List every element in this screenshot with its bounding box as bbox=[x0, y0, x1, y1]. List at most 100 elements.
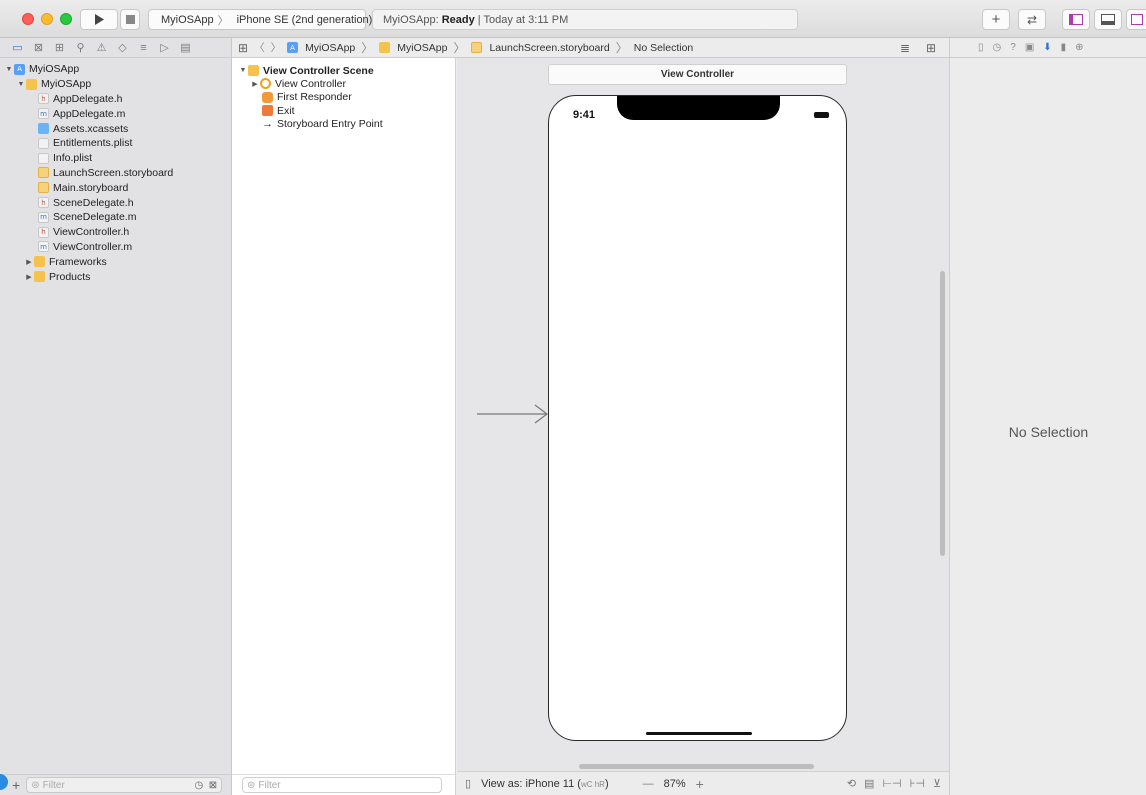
toggle-debug-area-button[interactable] bbox=[1094, 9, 1122, 30]
breadcrumb-label: MyiOSApp bbox=[397, 41, 448, 54]
inspector-tab-bar: ▯ ◷ ? ▣ ⬇ ▮ ⊕ bbox=[950, 38, 1146, 58]
breadcrumb-group[interactable]: MyiOSApp bbox=[379, 42, 447, 54]
disclosure-open-icon[interactable]: ▼ bbox=[238, 67, 248, 74]
resolve-issues-icon[interactable]: ⊦⊣ bbox=[910, 777, 925, 790]
recent-files-icon[interactable]: ◷ bbox=[194, 780, 203, 791]
tree-row[interactable]: ▶ Products bbox=[0, 269, 231, 284]
outline-row[interactable]: First Responder bbox=[232, 91, 455, 104]
source-control-filter-icon[interactable]: ⊠ bbox=[209, 780, 217, 791]
view-as-close: ) bbox=[604, 777, 609, 790]
add-editor-icon[interactable]: ⊞ bbox=[926, 41, 936, 55]
update-frames-icon[interactable]: ⟲ bbox=[847, 777, 856, 790]
minimize-window-button[interactable] bbox=[41, 13, 53, 25]
tree-row[interactable]: LaunchScreen.storyboard bbox=[0, 166, 231, 181]
tree-row[interactable]: ▶ Frameworks bbox=[0, 254, 231, 269]
size-inspector-icon[interactable]: ▮ bbox=[1061, 42, 1067, 53]
stop-button[interactable] bbox=[120, 9, 140, 30]
disclosure-open-icon[interactable]: ▼ bbox=[16, 81, 26, 88]
view-as-label: View as: iPhone 11 ( bbox=[481, 777, 581, 790]
tree-row-label: ViewController.m bbox=[53, 240, 133, 253]
tree-row[interactable]: ▼ MyiOSApp bbox=[0, 77, 231, 92]
identity-inspector-icon[interactable]: ▣ bbox=[1025, 42, 1034, 53]
scene-icon bbox=[248, 65, 259, 77]
project-navigator: ▭ ⊠ ⊞ ⚲ ⚠ ◇ ≡ ▷ ▤ ▼ A MyiOSApp ▼ MyiOSAp… bbox=[0, 38, 232, 795]
scheme-selector[interactable]: MyiOSApp 〉 iPhone SE (2nd generation) bbox=[148, 9, 372, 30]
toggle-outline-icon[interactable]: ▯ bbox=[465, 777, 471, 790]
tree-row[interactable]: m SceneDelegate.m bbox=[0, 210, 231, 225]
project-icon: A bbox=[14, 63, 25, 75]
align-icon[interactable]: ▤ bbox=[864, 777, 874, 790]
tree-row[interactable]: Main.storyboard bbox=[0, 180, 231, 195]
storyboard-canvas[interactable]: View Controller 9:41 bbox=[457, 58, 949, 771]
embed-in-icon[interactable]: ⊻ bbox=[933, 777, 941, 790]
back-icon[interactable]: 〈 bbox=[254, 40, 265, 55]
horizontal-scrollbar[interactable] bbox=[579, 764, 814, 769]
breadcrumb-project[interactable]: A MyiOSApp bbox=[287, 42, 355, 54]
close-window-button[interactable] bbox=[22, 13, 34, 25]
tree-row[interactable]: m AppDelegate.m bbox=[0, 106, 231, 121]
connections-inspector-icon[interactable]: ⊕ bbox=[1075, 42, 1083, 53]
outline-row[interactable]: → Storyboard Entry Point bbox=[232, 117, 455, 130]
scene-title-bar[interactable]: View Controller bbox=[548, 64, 847, 85]
disclosure-open-icon[interactable]: ▼ bbox=[4, 66, 14, 73]
run-button[interactable] bbox=[80, 9, 118, 30]
zoom-out-button[interactable]: — bbox=[643, 778, 654, 790]
history-inspector-icon[interactable]: ◷ bbox=[993, 42, 1002, 53]
disclosure-closed-icon[interactable]: ▶ bbox=[24, 273, 34, 281]
symbol-icon[interactable]: ⊞ bbox=[52, 41, 67, 55]
related-items-icon[interactable]: ⊞ bbox=[238, 41, 248, 55]
zoom-in-button[interactable]: + bbox=[696, 776, 704, 792]
editor-options-icon[interactable]: ≣ bbox=[900, 41, 910, 55]
zoom-level[interactable]: 87% bbox=[664, 778, 686, 790]
tree-row-label: AppDelegate.h bbox=[53, 92, 123, 105]
folder-icon[interactable]: ▭ bbox=[10, 41, 25, 55]
search-icon[interactable]: ⚲ bbox=[73, 41, 88, 55]
help-inspector-icon[interactable]: ? bbox=[1010, 42, 1016, 53]
breadcrumb-selection[interactable]: No Selection bbox=[634, 42, 694, 54]
tree-row[interactable]: ▼ A MyiOSApp bbox=[0, 62, 231, 77]
disclosure-closed-icon[interactable]: ▶ bbox=[24, 258, 34, 266]
breadcrumb-label: MyiOSApp bbox=[305, 41, 356, 54]
tree-row[interactable]: h AppDelegate.h bbox=[0, 92, 231, 107]
folder-icon bbox=[26, 78, 37, 90]
library-button[interactable]: + bbox=[982, 9, 1010, 30]
attributes-inspector-icon[interactable]: ⬇ bbox=[1043, 42, 1051, 53]
report-icon[interactable]: ▤ bbox=[178, 41, 193, 55]
tree-row[interactable]: h SceneDelegate.h bbox=[0, 195, 231, 210]
zoom-window-button[interactable] bbox=[60, 13, 72, 25]
jump-bar: ⊞ 〈 〉 A MyiOSApp 〉 MyiOSApp 〉 LaunchScre… bbox=[232, 38, 949, 58]
source-control-icon[interactable]: ⊠ bbox=[31, 41, 46, 55]
outline-filter-input[interactable]: ⊜ Filter bbox=[242, 777, 442, 793]
outline-row[interactable]: ▶ View Controller bbox=[232, 77, 455, 90]
forward-icon[interactable]: 〉 bbox=[271, 40, 282, 55]
tree-row[interactable]: Info.plist bbox=[0, 151, 231, 166]
tree-row[interactable]: Assets.xcassets bbox=[0, 121, 231, 136]
tree-row[interactable]: m ViewController.m bbox=[0, 240, 231, 255]
breakpoint-icon[interactable]: ▷ bbox=[157, 41, 172, 55]
device-frame[interactable]: 9:41 bbox=[548, 95, 847, 741]
navigator-filter-input[interactable]: ⊜ Filter ◷ ⊠ bbox=[26, 777, 223, 793]
breadcrumb-label: LaunchScreen.storyboard bbox=[489, 41, 610, 54]
filter-icon: ⊜ bbox=[31, 779, 40, 791]
vertical-scrollbar[interactable] bbox=[940, 271, 945, 556]
add-constraints-icon[interactable]: ⊢⊣ bbox=[882, 777, 901, 790]
add-file-icon[interactable]: + bbox=[12, 777, 20, 793]
breadcrumb-file[interactable]: LaunchScreen.storyboard bbox=[471, 41, 610, 54]
warning-icon[interactable]: ⚠ bbox=[94, 41, 109, 55]
plist-icon bbox=[38, 137, 49, 149]
storyboard-icon bbox=[38, 167, 49, 179]
outline-row[interactable]: ▼ View Controller Scene bbox=[232, 64, 455, 77]
toggle-navigator-button[interactable] bbox=[1062, 9, 1090, 30]
tree-row[interactable]: h ViewController.h bbox=[0, 225, 231, 240]
file-inspector-icon[interactable]: ▯ bbox=[978, 42, 984, 53]
test-icon[interactable]: ◇ bbox=[115, 41, 130, 55]
code-review-button[interactable]: ⇄ bbox=[1018, 9, 1046, 30]
storyboard-entry-arrow[interactable] bbox=[477, 404, 549, 424]
tree-row[interactable]: Entitlements.plist bbox=[0, 136, 231, 151]
debug-icon[interactable]: ≡ bbox=[136, 41, 151, 55]
disclosure-closed-icon[interactable]: ▶ bbox=[250, 80, 260, 88]
toggle-inspector-button[interactable] bbox=[1126, 9, 1146, 30]
play-icon bbox=[95, 14, 104, 25]
view-as-button[interactable]: View as: iPhone 11 (wC hR) bbox=[481, 778, 609, 790]
outline-row[interactable]: Exit bbox=[232, 104, 455, 117]
